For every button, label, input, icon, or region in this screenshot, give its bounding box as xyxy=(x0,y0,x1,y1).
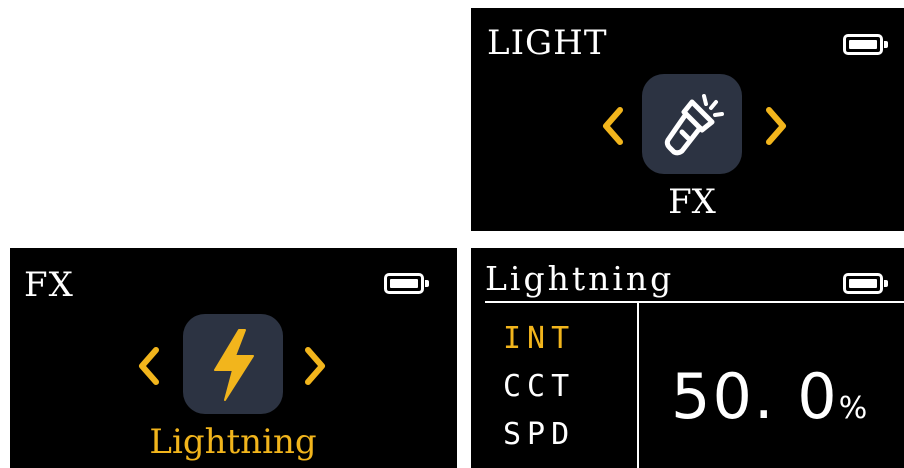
param-value-display: 50. 0% xyxy=(671,366,867,428)
battery-icon xyxy=(843,273,888,294)
battery-level xyxy=(849,40,877,49)
chevron-left-icon[interactable] xyxy=(598,104,628,148)
light-menu-screen: LIGHT FX xyxy=(471,8,904,231)
param-spd[interactable]: SPD xyxy=(503,420,575,450)
param-cct[interactable]: CCT xyxy=(503,372,575,402)
screen-title: FX xyxy=(24,265,74,305)
screen-title: LIGHT xyxy=(487,23,608,63)
chevron-right-icon[interactable] xyxy=(300,344,330,388)
header-divider xyxy=(485,301,904,303)
flashlight-tile[interactable] xyxy=(642,74,742,174)
selected-mode-label: Lightning xyxy=(149,422,317,462)
flashlight-icon xyxy=(664,94,724,156)
fx-menu-screen: FX Lightning xyxy=(10,248,457,468)
column-divider xyxy=(637,303,639,468)
battery-level xyxy=(390,279,418,288)
battery-icon xyxy=(384,273,429,294)
battery-level xyxy=(849,279,877,288)
lightning-bolt-icon xyxy=(214,329,254,401)
param-unit: % xyxy=(838,391,868,426)
param-value: 50. 0 xyxy=(671,360,839,433)
lightning-tile[interactable] xyxy=(183,314,283,414)
chevron-left-icon[interactable] xyxy=(134,344,164,388)
chevron-right-icon[interactable] xyxy=(761,104,791,148)
param-int[interactable]: INT xyxy=(503,324,575,354)
lightning-params-screen: Lightning INT CCT SPD 50. 0% xyxy=(471,248,904,468)
screen-title: Lightning xyxy=(485,259,675,298)
selected-mode-label: FX xyxy=(668,182,716,222)
battery-icon xyxy=(843,34,888,55)
